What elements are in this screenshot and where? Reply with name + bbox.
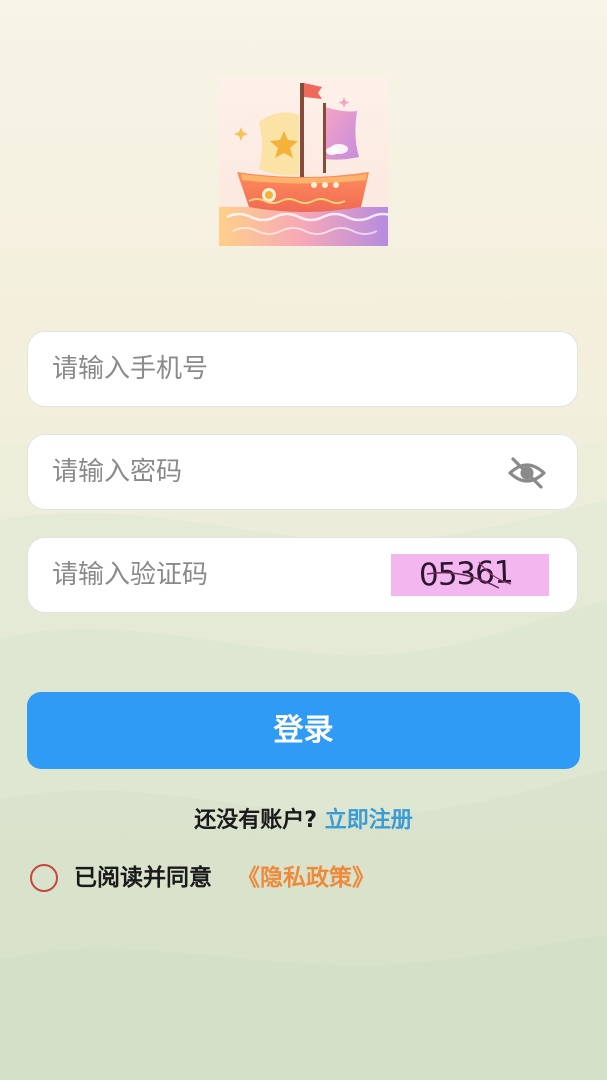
password-field[interactable] xyxy=(27,434,578,510)
captcha-noise-lines xyxy=(426,561,512,589)
verification-code-field[interactable]: 05361 xyxy=(27,537,578,613)
phone-field[interactable] xyxy=(27,331,578,407)
agreement-checkbox[interactable] xyxy=(30,864,58,892)
agreement-text: 已阅读并同意 xyxy=(74,865,212,891)
register-question: 还没有账户? xyxy=(194,808,318,833)
captcha-image[interactable]: 05361 xyxy=(391,554,549,596)
phone-input[interactable] xyxy=(52,332,552,406)
sailboat-logo xyxy=(219,77,388,246)
eye-slash-icon[interactable] xyxy=(507,455,547,491)
verification-code-input[interactable] xyxy=(52,538,382,612)
privacy-policy-link[interactable]: 《隐私政策》 xyxy=(237,862,375,894)
register-link[interactable]: 立即注册 xyxy=(325,808,413,833)
register-prompt: 还没有账户? 立即注册 xyxy=(0,802,607,834)
login-button[interactable]: 登录 xyxy=(27,692,580,769)
password-input[interactable] xyxy=(52,435,492,509)
